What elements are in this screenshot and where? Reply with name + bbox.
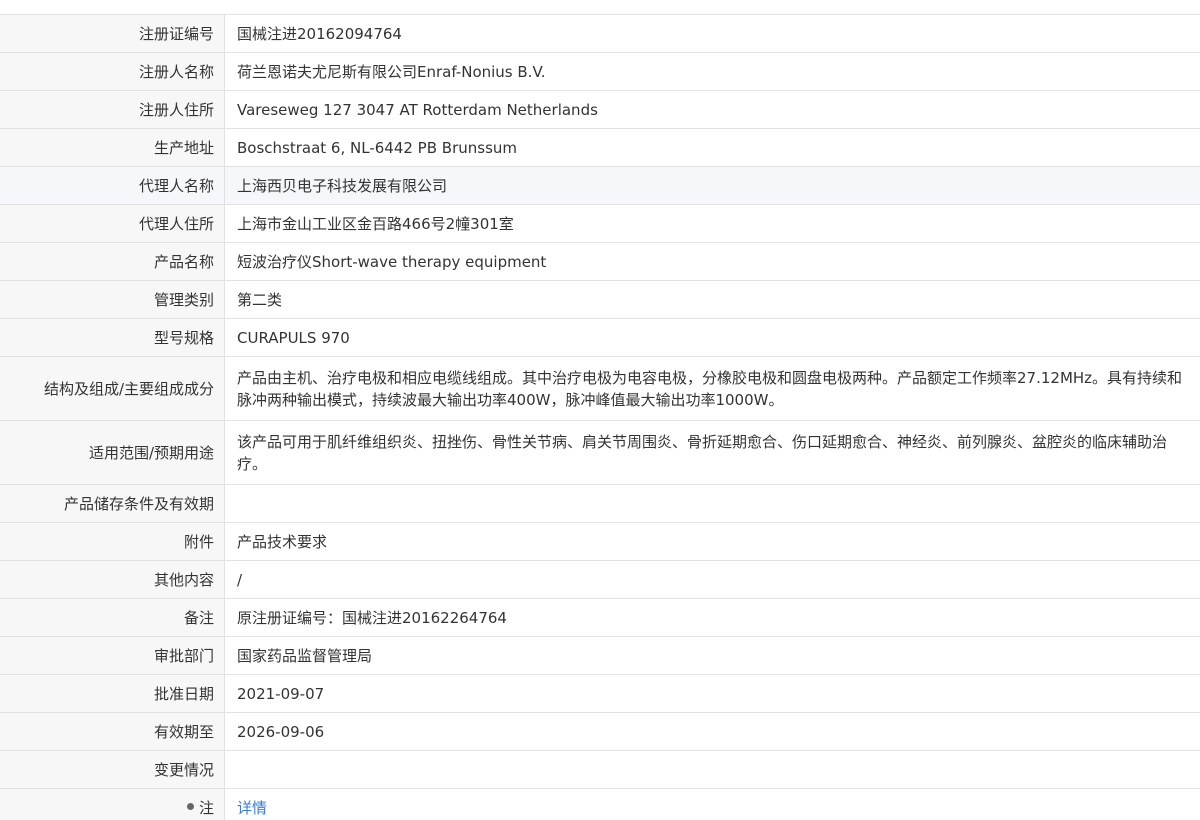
table-row-model-spec: 型号规格 CURAPULS 970 xyxy=(0,318,1200,357)
row-value: 短波治疗仪Short-wave therapy equipment xyxy=(224,242,1200,281)
row-label: 其他内容 xyxy=(0,560,225,599)
row-value: 荷兰恩诺夫尤尼斯有限公司Enraf-Nonius B.V. xyxy=(224,52,1200,91)
row-label: 结构及组成/主要组成成分 xyxy=(0,356,225,421)
row-value: 产品由主机、治疗电极和相应电缆线组成。其中治疗电极为电容电极，分橡胶电极和圆盘电… xyxy=(224,356,1200,421)
table-row-registrant-address: 注册人住所 Vareseweg 127 3047 AT Rotterdam Ne… xyxy=(0,90,1200,129)
row-value: 上海西贝电子科技发展有限公司 xyxy=(224,166,1200,205)
table-row-note: 注 详情 xyxy=(0,788,1200,820)
table-row-product-name: 产品名称 短波治疗仪Short-wave therapy equipment xyxy=(0,242,1200,281)
row-label: 生产地址 xyxy=(0,128,225,167)
row-value: 国械注进20162094764 xyxy=(224,14,1200,53)
row-value: 2021-09-07 xyxy=(224,674,1200,713)
table-row-other-content: 其他内容 / xyxy=(0,560,1200,599)
table-row-structure-composition: 结构及组成/主要组成成分 产品由主机、治疗电极和相应电缆线组成。其中治疗电极为电… xyxy=(0,356,1200,421)
row-value xyxy=(224,750,1200,789)
row-label: 管理类别 xyxy=(0,280,225,319)
row-value: 原注册证编号：国械注进20162264764 xyxy=(224,598,1200,637)
row-label: 适用范围/预期用途 xyxy=(0,420,225,485)
row-value: 该产品可用于肌纤维组织炎、扭挫伤、骨性关节病、肩关节周围炎、骨折延期愈合、伤口延… xyxy=(224,420,1200,485)
table-row-registration-number: 注册证编号 国械注进20162094764 xyxy=(0,14,1200,53)
row-label: 注 xyxy=(0,788,225,820)
row-value: Boschstraat 6, NL-6442 PB Brunssum xyxy=(224,128,1200,167)
row-label: 审批部门 xyxy=(0,636,225,675)
table-row-management-category: 管理类别 第二类 xyxy=(0,280,1200,319)
row-value: 产品技术要求 xyxy=(224,522,1200,561)
table-row-valid-until: 有效期至 2026-09-06 xyxy=(0,712,1200,751)
row-value: 详情 xyxy=(224,788,1200,820)
table-row-change-history: 变更情况 xyxy=(0,750,1200,789)
table-row-approval-date: 批准日期 2021-09-07 xyxy=(0,674,1200,713)
row-value: 第二类 xyxy=(224,280,1200,319)
table-row-attachment: 附件 产品技术要求 xyxy=(0,522,1200,561)
table-row-production-address: 生产地址 Boschstraat 6, NL-6442 PB Brunssum xyxy=(0,128,1200,167)
row-label: 产品储存条件及有效期 xyxy=(0,484,225,523)
row-label: 注册人住所 xyxy=(0,90,225,129)
table-row-intended-use: 适用范围/预期用途 该产品可用于肌纤维组织炎、扭挫伤、骨性关节病、肩关节周围炎、… xyxy=(0,420,1200,485)
row-label: 型号规格 xyxy=(0,318,225,357)
table-row-storage-conditions: 产品储存条件及有效期 xyxy=(0,484,1200,523)
row-label: 有效期至 xyxy=(0,712,225,751)
row-value: 上海市金山工业区金百路466号2幢301室 xyxy=(224,204,1200,243)
row-label: 代理人住所 xyxy=(0,204,225,243)
details-link[interactable]: 详情 xyxy=(237,799,267,817)
row-label: 代理人名称 xyxy=(0,166,225,205)
row-value xyxy=(224,484,1200,523)
registration-detail-table: 注册证编号 国械注进20162094764 注册人名称 荷兰恩诺夫尤尼斯有限公司… xyxy=(0,14,1200,820)
row-label: 附件 xyxy=(0,522,225,561)
row-label: 备注 xyxy=(0,598,225,637)
row-label: 注册人名称 xyxy=(0,52,225,91)
row-label: 批准日期 xyxy=(0,674,225,713)
table-row-agent-address: 代理人住所 上海市金山工业区金百路466号2幢301室 xyxy=(0,204,1200,243)
row-value: Vareseweg 127 3047 AT Rotterdam Netherla… xyxy=(224,90,1200,129)
row-label: 产品名称 xyxy=(0,242,225,281)
row-value: 2026-09-06 xyxy=(224,712,1200,751)
row-value: / xyxy=(224,560,1200,599)
row-value: CURAPULS 970 xyxy=(224,318,1200,357)
table-row-approval-department: 审批部门 国家药品监督管理局 xyxy=(0,636,1200,675)
note-label: 注 xyxy=(198,798,214,817)
top-spacer xyxy=(0,0,1200,14)
table-row-registrant-name: 注册人名称 荷兰恩诺夫尤尼斯有限公司Enraf-Nonius B.V. xyxy=(0,52,1200,91)
row-label: 注册证编号 xyxy=(0,14,225,53)
row-label: 变更情况 xyxy=(0,750,225,789)
bullet-dot-icon xyxy=(186,802,194,810)
row-value: 国家药品监督管理局 xyxy=(224,636,1200,675)
table-row-agent-name: 代理人名称 上海西贝电子科技发展有限公司 xyxy=(0,166,1200,205)
table-row-remarks: 备注 原注册证编号：国械注进20162264764 xyxy=(0,598,1200,637)
